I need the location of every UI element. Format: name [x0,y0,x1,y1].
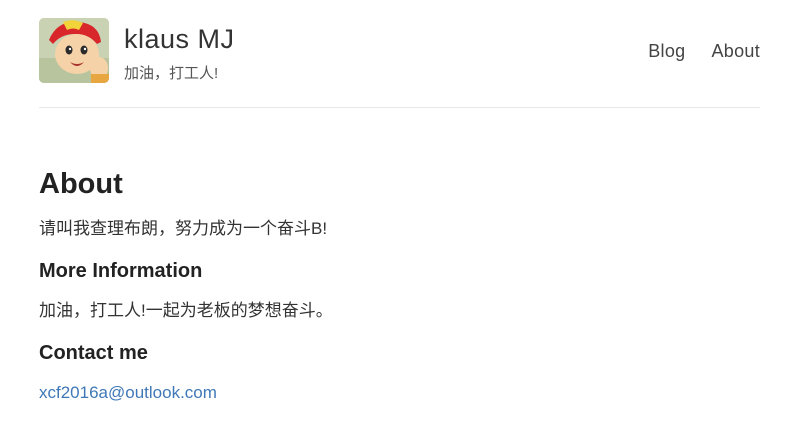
nav-about-link[interactable]: About [711,41,760,62]
site-header: klaus MJ 加油，打工人! Blog About [39,18,760,108]
nav-blog-link[interactable]: Blog [648,41,685,62]
avatar[interactable] [39,18,109,83]
more-info-text: 加油，打工人!一起为老板的梦想奋斗。 [39,301,333,320]
site-title[interactable]: klaus MJ [124,24,235,55]
intro-text: 请叫我查理布朗，努力成为一个奋斗B! [39,219,328,238]
site-tagline: 加油，打工人! [124,65,219,82]
page-title: About [39,168,123,200]
contact-heading: Contact me [39,342,148,364]
contact-email-link[interactable]: xcf2016a@outlook.com [39,383,217,402]
main-nav: Blog About [648,41,760,62]
more-info-heading: More Information [39,260,203,282]
avatar-image [39,18,109,83]
main-content: About 请叫我查理布朗，努力成为一个奋斗B! More Informatio… [39,166,760,404]
page: klaus MJ 加油，打工人! Blog About About 请叫我查理布… [0,0,787,444]
